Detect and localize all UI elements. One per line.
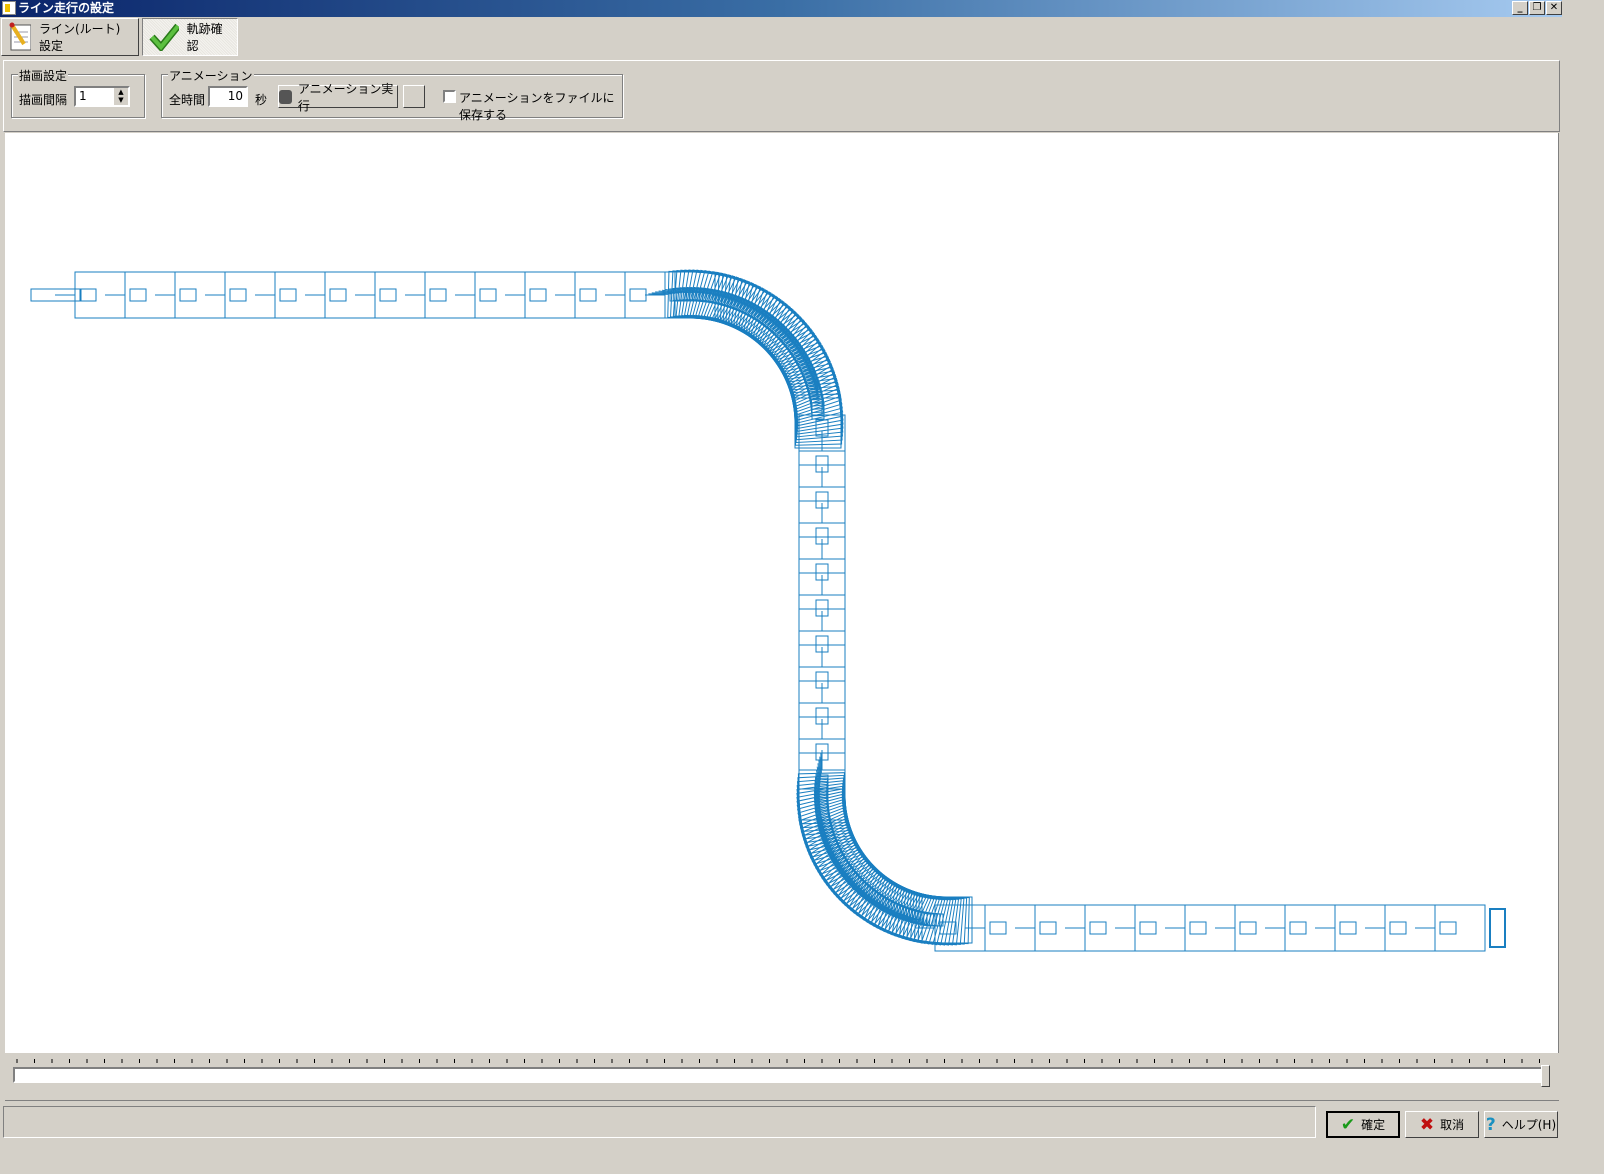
button-label: アニメーション実行 (297, 81, 394, 113)
trajectory-drawing (30, 269, 1506, 952)
tab-label: 軌跡確認 (186, 22, 223, 53)
tab-trajectory-check[interactable]: 軌跡確認 (142, 18, 238, 56)
status-bar (3, 1106, 1316, 1138)
button-label: 確定 (1361, 1118, 1386, 1132)
slider-thumb[interactable] (1541, 1065, 1550, 1087)
dialog-window: ライン走行の設定 _ ❐ ✕ ライン(ルート)設定 軌跡確認 描画設定 描画間隔… (0, 0, 1562, 1174)
save-to-file-checkbox[interactable] (443, 90, 456, 103)
vehicle-frame (798, 467, 846, 538)
ok-button[interactable]: ✔ 確定 (1326, 1111, 1400, 1138)
group-label: 描画設定 (18, 67, 69, 84)
total-time-label: 全時間 (169, 93, 206, 107)
button-label: ヘルプ(H) (1501, 1118, 1557, 1132)
group-label: アニメーション (168, 67, 254, 84)
spinner-arrows-icon[interactable]: ▲ ▼ (114, 88, 128, 105)
stop-button[interactable] (403, 85, 425, 108)
notepad-pencil-icon (9, 22, 31, 51)
trajectory-canvas[interactable] (5, 133, 1559, 1053)
restore-button[interactable]: ❐ (1529, 1, 1545, 15)
slider-track[interactable] (13, 1067, 1549, 1083)
vehicle-frame (798, 611, 846, 682)
end-marker (1489, 908, 1506, 948)
interval-label: 描画間隔 (19, 93, 68, 107)
interval-value: 1 (79, 89, 87, 103)
cancel-button[interactable]: ✖ 取消 (1405, 1111, 1479, 1138)
help-question-icon: ? (1485, 1114, 1496, 1135)
camera-icon (279, 89, 292, 104)
draw-settings-group: 描画設定 描画間隔 1 ▲ ▼ (11, 67, 145, 118)
check-icon: ✔ (1340, 1114, 1356, 1135)
tab-line-route-settings[interactable]: ライン(ルート)設定 (1, 18, 139, 56)
title-bar: ライン走行の設定 _ ❐ ✕ (0, 0, 1562, 17)
settings-panel: 描画設定 描画間隔 1 ▲ ▼ アニメーション 全時間 10 秒 アニメーション実… (3, 60, 1560, 132)
tab-label: ライン(ルート)設定 (38, 22, 121, 53)
vehicle-frame (798, 575, 846, 646)
vehicle-frame (798, 683, 846, 754)
vehicle-frame (798, 647, 846, 718)
close-button[interactable]: ✕ (1546, 1, 1562, 15)
vehicle-frame (798, 539, 846, 610)
seconds-unit: 秒 (255, 93, 268, 107)
run-animation-button[interactable]: アニメーション実行 (278, 82, 398, 113)
window-title: ライン走行の設定 (18, 1, 115, 15)
timeline-slider[interactable] (5, 1053, 1559, 1101)
animation-group: アニメーション 全時間 10 秒 アニメーション実行 アニメーションをファイルに… (161, 67, 623, 122)
slider-ticks (16, 1059, 1540, 1063)
vehicle-frame (1415, 904, 1486, 952)
save-to-file-label: アニメーションをファイルに保存する (459, 91, 615, 122)
button-label: 取消 (1440, 1118, 1465, 1132)
help-button[interactable]: ? ヘルプ(H) (1484, 1111, 1558, 1138)
green-check-icon (149, 23, 179, 51)
app-icon (2, 1, 16, 15)
interval-spinner[interactable]: 1 ▲ ▼ (74, 86, 130, 107)
total-time-input[interactable]: 10 (208, 86, 248, 107)
red-x-icon: ✖ (1419, 1114, 1435, 1135)
vehicle-frame (798, 503, 846, 574)
minimize-button[interactable]: _ (1512, 1, 1528, 15)
